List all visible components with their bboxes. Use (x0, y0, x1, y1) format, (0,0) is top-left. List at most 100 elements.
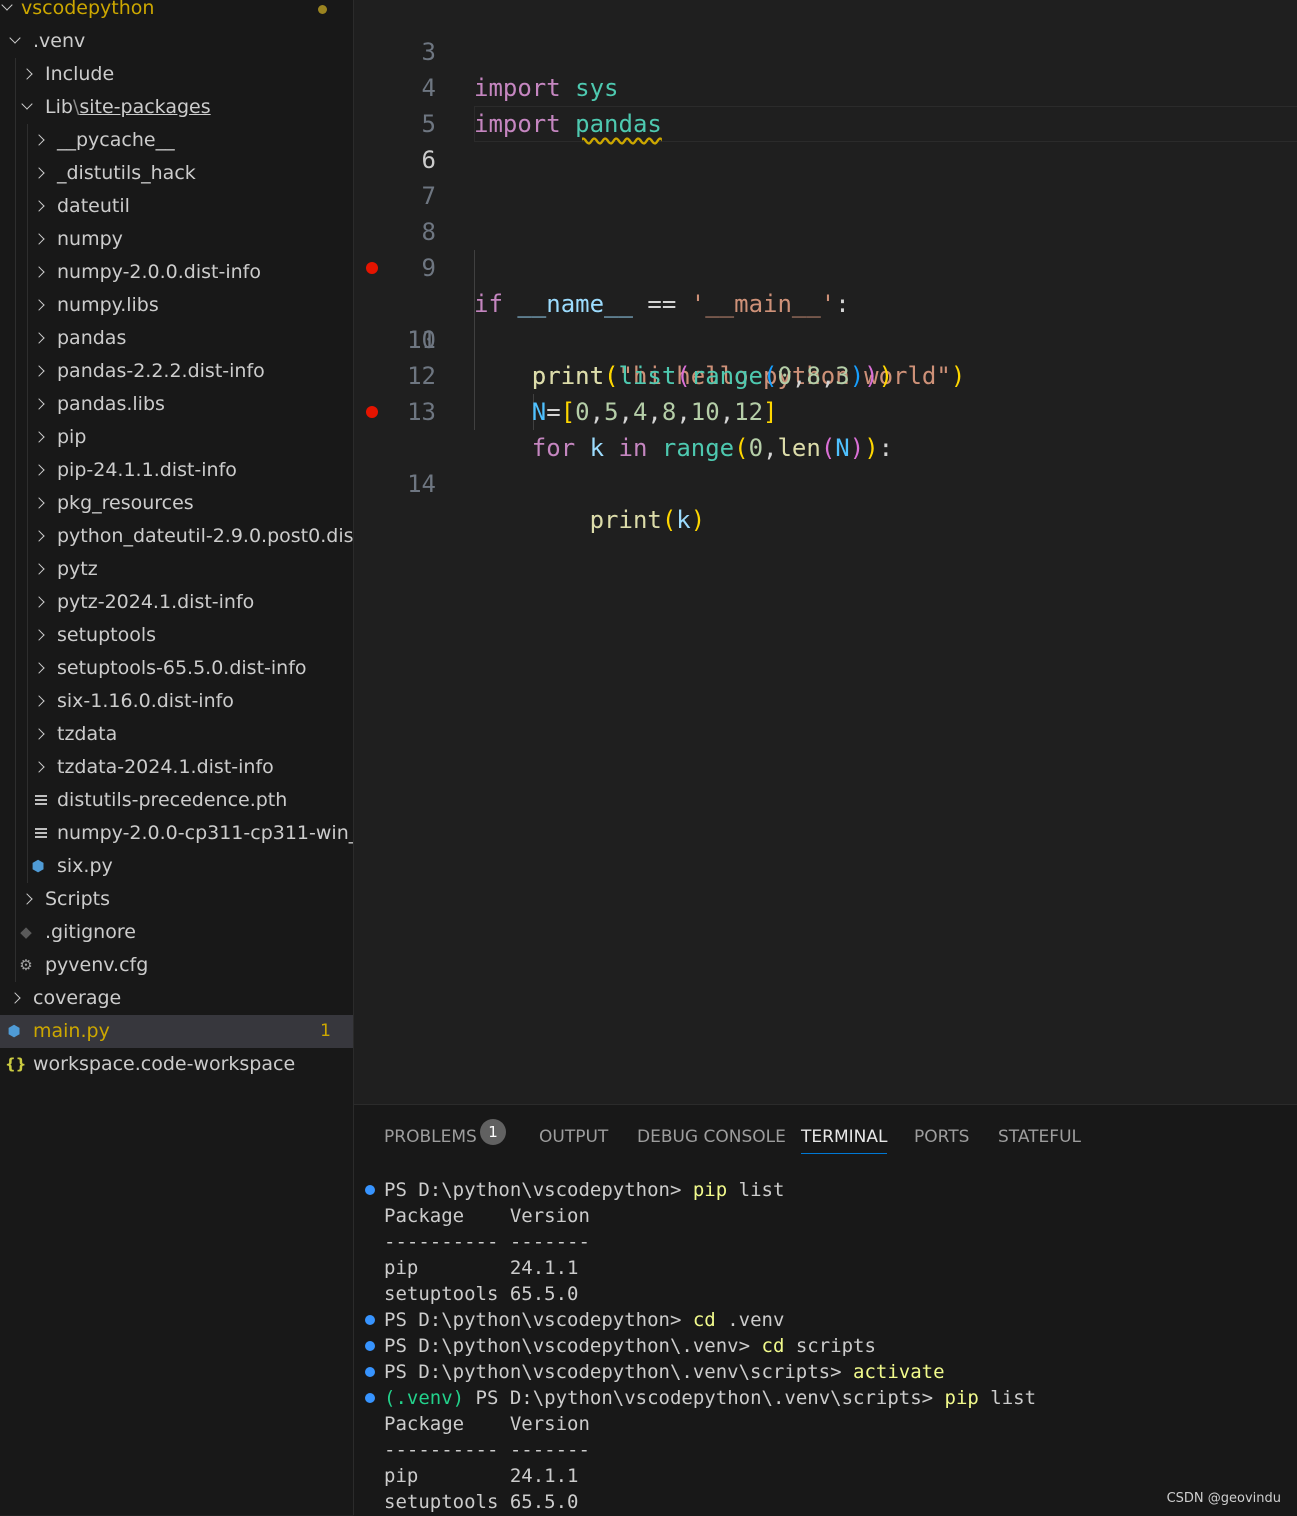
folder-label: numpy (57, 228, 123, 250)
terminal-line: pip 24.1.1 (384, 1257, 579, 1279)
file-label: .gitignore (45, 921, 136, 943)
tree-folder-package[interactable]: pandas (0, 322, 353, 355)
chevron-right-icon (34, 685, 50, 718)
tree-folder-package[interactable]: numpy.libs (0, 289, 353, 322)
tree-folder-package[interactable]: dateutil (0, 190, 353, 223)
code-line-14[interactable]: 14 print(k) (354, 394, 1297, 534)
tree-folder-package[interactable]: numpy (0, 223, 353, 256)
code-line-10[interactable]: 10 print("hi hello python world") (354, 250, 1297, 390)
command-status-dot-icon (365, 1393, 375, 1403)
tree-folder-package[interactable]: tzdata-2024.1.dist-info (0, 751, 353, 784)
tab-ports[interactable]: PORTS (914, 1122, 969, 1152)
tree-file-gitignore[interactable]: ◆ .gitignore (0, 916, 353, 949)
tree-file-pyvenv[interactable]: ⚙ pyvenv.cfg (0, 949, 353, 982)
tab-stateful[interactable]: STATEFUL (998, 1122, 1081, 1152)
tree-folder-package[interactable]: pandas.libs (0, 388, 353, 421)
tree-folder-package[interactable]: setuptools (0, 619, 353, 652)
tree-file-main-py[interactable]: ⬢ main.py 1 (0, 1015, 353, 1048)
tree-folder-package[interactable]: tzdata (0, 718, 353, 751)
tree-folder-package[interactable]: pkg_resources (0, 487, 353, 520)
chevron-right-icon (34, 454, 50, 487)
tree-folder-scripts[interactable]: Scripts (0, 883, 353, 916)
tree-folder-package[interactable]: pandas-2.2.2.dist-info (0, 355, 353, 388)
chevron-right-icon (34, 256, 50, 289)
folder-label: vscodepython (21, 0, 155, 19)
breakpoint-icon[interactable] (366, 406, 378, 418)
tab-terminal[interactable]: TERMINAL (801, 1122, 888, 1154)
terminal-line: PS D:\python\vscodepython> pip list (384, 1179, 785, 1201)
folder-label: pip (57, 426, 87, 448)
folder-label: coverage (33, 987, 122, 1009)
tree-folder-lib[interactable]: Lib\site-packages (0, 91, 353, 124)
problems-count-badge: 1 (480, 1119, 506, 1145)
terminal-line: PS D:\python\vscodepython\.venv> cd scri… (384, 1335, 876, 1357)
terminal-line: Package Version (384, 1205, 590, 1227)
code-line-13[interactable]: 13 for k in range(0,len(N)): (354, 358, 1297, 462)
folder-label: dateutil (57, 195, 130, 217)
folder-label: numpy-2.0.0.dist-info (57, 261, 261, 283)
gear-icon: ⚙ (19, 956, 33, 974)
tree-folder-package[interactable]: __pycache__ (0, 124, 353, 157)
terminal-line: ---------- ------- (384, 1231, 590, 1253)
chevron-right-icon (34, 751, 50, 784)
tree-folder-package[interactable]: pytz-2024.1.dist-info (0, 586, 353, 619)
tree-folder-package[interactable]: python_dateutil-2.9.0.post0.dist-... (0, 520, 353, 553)
folder-label: pandas-2.2.2.dist-info (57, 360, 265, 382)
code-line-12[interactable]: 12 N=[0,5,4,8,10,12] (354, 322, 1297, 426)
python-file-icon: ⬢ (7, 1022, 21, 1040)
tree-folder-package[interactable]: numpy-2.0.0.dist-info (0, 256, 353, 289)
folder-label: Include (45, 63, 115, 85)
file-label: pyvenv.cfg (45, 954, 149, 976)
chevron-right-icon (34, 355, 50, 388)
bottom-panel: PROBLEMS 1 OUTPUT DEBUG CONSOLE TERMINAL… (354, 1104, 1297, 1516)
tab-problems[interactable]: PROBLEMS (384, 1122, 477, 1152)
folder-label-site-packages: site-packages (79, 96, 211, 118)
tree-folder-package[interactable]: six-1.16.0.dist-info (0, 685, 353, 718)
tree-file-whl[interactable]: numpy-2.0.0-cp311-cp311-win_... (0, 817, 353, 850)
tree-folder-package[interactable]: _distutils_hack (0, 157, 353, 190)
terminal-line: pip 24.1.1 (384, 1465, 579, 1487)
code-line-8[interactable]: 8 (354, 178, 1297, 246)
code-line-4[interactable]: 4 import pandas (354, 34, 1297, 138)
chevron-right-icon (34, 586, 50, 619)
chevron-down-icon (0, 0, 16, 25)
tab-debug-console[interactable]: DEBUG CONSOLE (637, 1122, 786, 1152)
python-file-icon: ⬢ (31, 857, 45, 875)
terminal-line: PS D:\python\vscodepython\.venv\scripts>… (384, 1361, 945, 1383)
code-line-3[interactable]: 3 import sys (354, 0, 1297, 102)
command-status-dot-icon (365, 1185, 375, 1195)
chevron-right-icon (34, 322, 50, 355)
tree-file-workspace[interactable]: {} workspace.code-workspace (0, 1048, 353, 1081)
tree-file-six-py[interactable]: ⬢ six.py (0, 850, 353, 883)
tree-folder-package[interactable]: pytz (0, 553, 353, 586)
line-number: 14 (407, 470, 436, 498)
chevron-right-icon (34, 520, 50, 553)
terminal-line: ---------- ------- (384, 1439, 590, 1461)
file-lines-icon (35, 828, 47, 840)
tree-file-pth[interactable]: distutils-precedence.pth (0, 784, 353, 817)
explorer-root-folder[interactable]: vscodepython (0, 0, 353, 25)
file-lines-icon (35, 795, 47, 807)
code-line-5[interactable]: 5 (354, 70, 1297, 138)
tree-folder-package[interactable]: pip-24.1.1.dist-info (0, 454, 353, 487)
tree-folder-coverage[interactable]: coverage (0, 982, 353, 1015)
folder-label: pandas (57, 327, 127, 349)
code-line-6[interactable]: 6 (354, 106, 1297, 174)
folder-label: _distutils_hack (57, 162, 196, 184)
tree-folder-venv[interactable]: .venv (0, 25, 353, 58)
tree-folder-package[interactable]: pip (0, 421, 353, 454)
file-label: six.py (57, 855, 113, 877)
breakpoint-icon[interactable] (366, 262, 378, 274)
watermark: CSDN @geovindu (1166, 1491, 1281, 1506)
code-line-9[interactable]: 9 if __name__ == '__main__': (354, 214, 1297, 318)
folder-label: setuptools (57, 624, 157, 646)
explorer-sidebar: vscodepython .venv Include Lib\site-pack… (0, 0, 354, 1515)
code-editor[interactable]: 3 import sys 4 import pandas 5 6 7 8 9 i… (354, 0, 1297, 1104)
code-line-7[interactable]: 7 (354, 142, 1297, 210)
tree-folder-package[interactable]: setuptools-65.5.0.dist-info (0, 652, 353, 685)
tab-output[interactable]: OUTPUT (539, 1122, 608, 1152)
code-line-11[interactable]: 11 print(list(range(0,8,3))) (354, 286, 1297, 390)
terminal-line: setuptools 65.5.0 (384, 1283, 579, 1305)
chevron-down-icon (8, 25, 24, 58)
tree-folder-include[interactable]: Include (0, 58, 353, 91)
